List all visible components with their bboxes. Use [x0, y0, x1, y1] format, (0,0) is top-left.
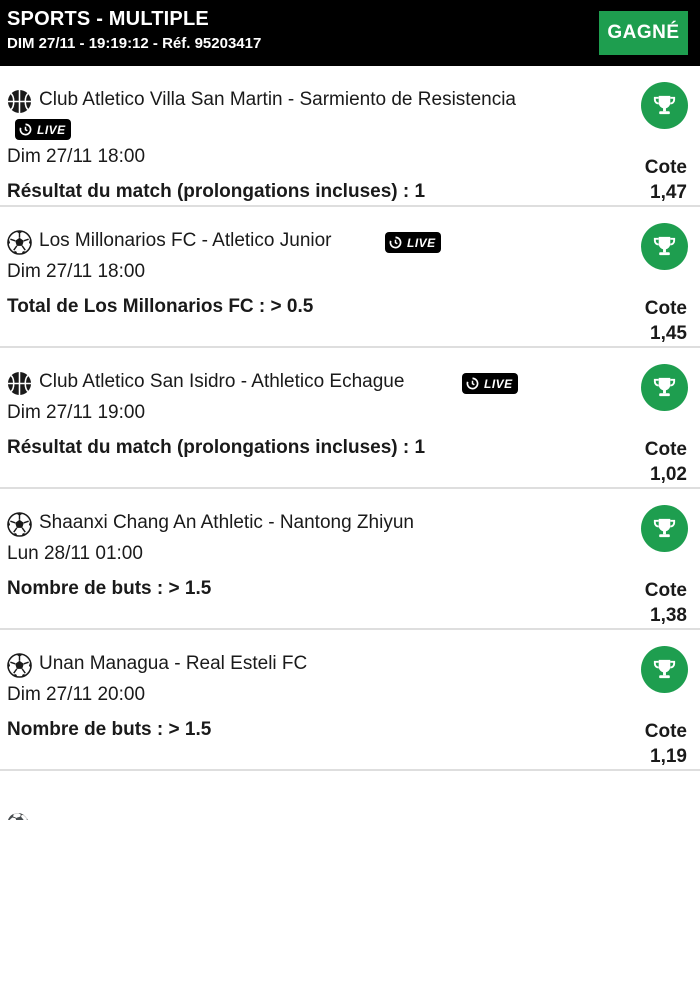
bet-selection: Nombre de buts : > 1.5 — [7, 578, 212, 599]
match-title: Club Atletico San Isidro - Athletico Ech… — [39, 371, 405, 392]
bet-row[interactable]: Club Atletico Villa San Martin - Sarmien… — [0, 66, 700, 207]
match-date: Dim 27/11 20:00 — [7, 684, 146, 705]
match-title: Club Atletico Villa San Martin - Sarmien… — [39, 89, 516, 110]
match-date: Dim 27/11 19:00 — [7, 402, 146, 423]
ticket-subtitle: DIM 27/11 - 19:19:12 - Réf. 95203417 — [7, 35, 262, 52]
bet-row[interactable]: Unan Managua - Real Esteli FC Dim 27/11 2… — [0, 630, 700, 771]
trophy-icon — [641, 646, 688, 693]
cote-value: 1,47 — [650, 182, 687, 203]
match-title: Unan Managua - Real Esteli FC — [39, 653, 308, 674]
trophy-icon — [641, 223, 688, 270]
cote-label: Cote — [644, 580, 687, 601]
cote-label: Cote — [644, 439, 687, 460]
trophy-icon — [641, 505, 688, 552]
football-icon — [7, 230, 32, 255]
live-label: LIVE — [407, 235, 436, 250]
basketball-icon — [7, 89, 32, 114]
basketball-icon — [7, 371, 32, 396]
bet-selection: Résultat du match (prolongations incluse… — [7, 437, 426, 458]
status-badge: GAGNÉ — [599, 11, 688, 55]
cote-value: 1,38 — [650, 605, 687, 626]
live-clock-icon — [19, 123, 37, 136]
bet-selection: Résultat du match (prolongations incluse… — [7, 181, 426, 202]
ticket-title: SPORTS - MULTIPLE — [7, 8, 209, 30]
match-title: Shaanxi Chang An Athletic - Nantong Zhiy… — [39, 512, 414, 533]
ticket-header: SPORTS - MULTIPLE DIM 27/11 - 19:19:12 -… — [0, 0, 700, 66]
football-icon — [7, 653, 32, 678]
match-date: Lun 28/11 01:00 — [7, 543, 143, 564]
partial-text: ⚽ ··· ··· — [6, 812, 78, 820]
live-badge: LIVE — [385, 232, 441, 253]
live-clock-icon — [466, 377, 484, 390]
match-title: Los Millonarios FC - Atletico Junior — [39, 230, 332, 251]
cote-label: Cote — [644, 298, 687, 319]
cote-value: 1,45 — [650, 323, 687, 344]
bet-row[interactable]: Los Millonarios FC - Atletico Junior LIVE… — [0, 207, 700, 348]
trophy-icon — [641, 364, 688, 411]
partial-bet-row: ⚽ ··· ··· ··· — [0, 790, 700, 820]
cote-value: 1,19 — [650, 746, 687, 767]
bet-selection: Nombre de buts : > 1.5 — [7, 719, 212, 740]
live-label: LIVE — [37, 122, 66, 137]
cote-label: Cote — [644, 721, 687, 742]
match-date: Dim 27/11 18:00 — [7, 261, 146, 282]
cote-label: Cote — [644, 157, 687, 178]
live-clock-icon — [389, 236, 407, 249]
bet-selection: Total de Los Millonarios FC : > 0.5 — [7, 296, 314, 317]
live-badge: LIVE — [15, 119, 71, 140]
partial-text-right: ··· — [660, 812, 679, 820]
trophy-icon — [641, 82, 688, 129]
live-badge: LIVE — [462, 373, 518, 394]
cote-value: 1,02 — [650, 464, 687, 485]
bet-row[interactable]: Club Atletico San Isidro - Athletico Ech… — [0, 348, 700, 489]
bet-row[interactable]: Shaanxi Chang An Athletic - Nantong Zhiy… — [0, 489, 700, 630]
football-icon — [7, 512, 32, 537]
match-date: Dim 27/11 18:00 — [7, 146, 146, 167]
live-label: LIVE — [484, 376, 513, 391]
